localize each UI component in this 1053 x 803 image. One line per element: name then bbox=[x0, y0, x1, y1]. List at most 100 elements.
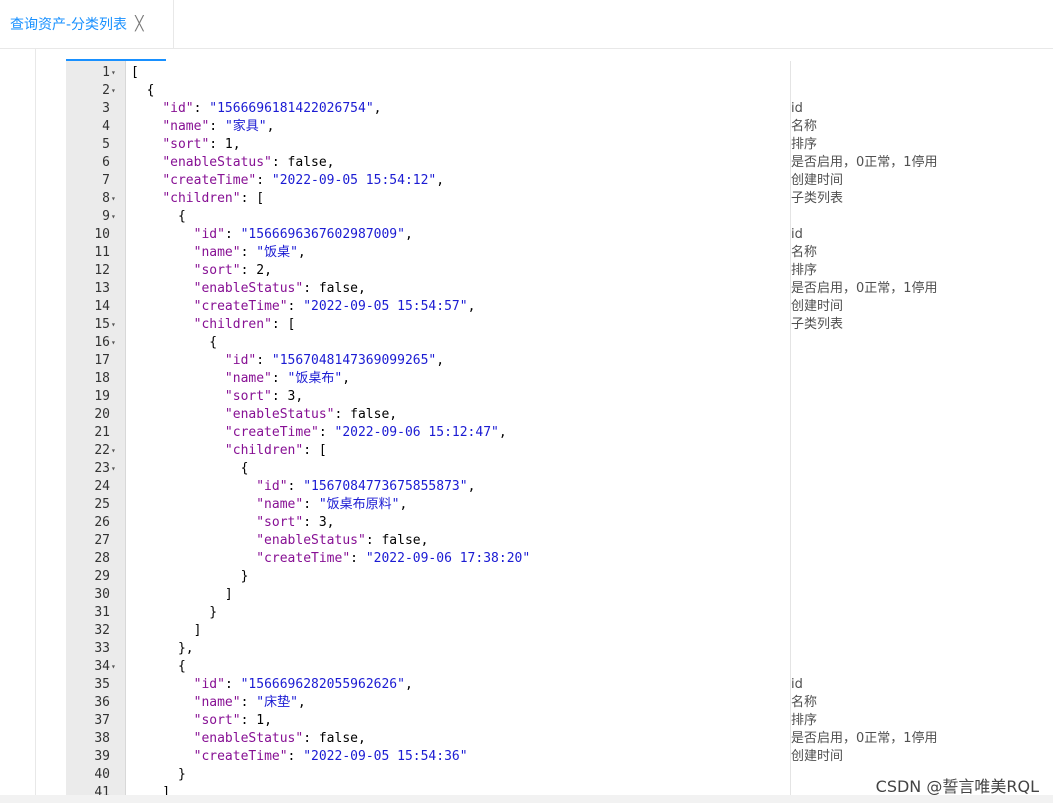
field-description: 排序 bbox=[791, 713, 818, 728]
code-line: 24 "id": "1567084773675855873", bbox=[66, 478, 1053, 496]
line-number: 8 bbox=[102, 191, 110, 206]
line-number: 34 bbox=[94, 659, 110, 674]
field-description: 名称 bbox=[791, 119, 818, 134]
line-number: 9 bbox=[102, 209, 110, 224]
field-description: 排序 bbox=[791, 263, 818, 278]
line-number: 33 bbox=[94, 641, 110, 656]
code-line: 13 "enableStatus": false, 是否启用，0正常，1停用 bbox=[66, 280, 1053, 298]
code-text: } bbox=[131, 569, 249, 584]
code-text: { bbox=[131, 209, 186, 224]
code-text: ] bbox=[131, 623, 202, 638]
code-line: 17 "id": "1567048147369099265", bbox=[66, 352, 1053, 370]
line-number: 28 bbox=[94, 551, 110, 566]
line-number: 35 bbox=[94, 677, 110, 692]
code-text: "enableStatus": false, bbox=[224, 407, 398, 422]
code-line: 33 }, bbox=[66, 640, 1053, 658]
code-line: 22 ▾ "children": [ bbox=[66, 442, 1053, 460]
fold-arrow-icon[interactable]: ▾ bbox=[111, 658, 121, 676]
line-number: 5 bbox=[102, 137, 110, 152]
code-line: 29 } bbox=[66, 568, 1053, 586]
code-text: "sort": 3, bbox=[256, 515, 335, 530]
code-text: "createTime": "2022-09-05 15:54:57", bbox=[193, 299, 476, 314]
code-text: "id": "1566696282055962626", bbox=[193, 677, 413, 692]
code-text: "sort": 1, bbox=[193, 713, 272, 728]
code-text: { bbox=[131, 659, 186, 674]
code-line: 14 "createTime": "2022-09-05 15:54:57", 创… bbox=[66, 298, 1053, 316]
line-number: 29 bbox=[94, 569, 110, 584]
code-line: 36 "name": "床垫", 名称 bbox=[66, 694, 1053, 712]
fold-arrow-icon[interactable]: ▾ bbox=[111, 334, 121, 352]
code-line: 26 "sort": 3, bbox=[66, 514, 1053, 532]
code-line: 3 "id": "1566696181422026754", id bbox=[66, 100, 1053, 118]
line-number: 36 bbox=[94, 695, 110, 710]
code-line: 10 "id": "1566696367602987009", id bbox=[66, 226, 1053, 244]
line-number: 14 bbox=[94, 299, 110, 314]
field-description: 创建时间 bbox=[791, 173, 844, 188]
field-description: 名称 bbox=[791, 245, 818, 260]
code-text: "sort": 1, bbox=[162, 137, 241, 152]
line-number: 26 bbox=[94, 515, 110, 530]
code-line: 11 "name": "饭桌", 名称 bbox=[66, 244, 1053, 262]
line-number: 11 bbox=[94, 245, 110, 260]
code-text: "createTime": "2022-09-05 15:54:12", bbox=[162, 173, 445, 188]
close-icon[interactable]: ╳ bbox=[135, 17, 143, 31]
line-number: 13 bbox=[94, 281, 110, 296]
code-line: 15 ▾ "children": [子类列表 bbox=[66, 316, 1053, 334]
code-text: "id": "1567084773675855873", bbox=[256, 479, 476, 494]
field-description: id bbox=[791, 101, 803, 116]
fold-arrow-icon[interactable]: ▾ bbox=[111, 442, 121, 460]
code-line: 39 "createTime": "2022-09-05 15:54:36" 创建… bbox=[66, 748, 1053, 766]
code-text: "name": "饭桌布原料", bbox=[256, 497, 408, 512]
tab-bar: 查询资产-分类列表 ╳ bbox=[0, 0, 1053, 49]
code-line: 4 "name": "家具", 名称 bbox=[66, 118, 1053, 136]
code-text: "name": "床垫", bbox=[193, 695, 306, 710]
field-description: 是否启用，0正常，1停用 bbox=[791, 155, 938, 170]
code-line: 21 "createTime": "2022-09-06 15:12:47", bbox=[66, 424, 1053, 442]
fold-arrow-icon[interactable]: ▾ bbox=[111, 190, 121, 208]
code-text: ] bbox=[131, 785, 171, 795]
fold-arrow-icon[interactable]: ▾ bbox=[111, 82, 121, 100]
code-text: "createTime": "2022-09-05 15:54:36" bbox=[193, 749, 468, 764]
code-line: 7 "createTime": "2022-09-05 15:54:12", 创建… bbox=[66, 172, 1053, 190]
code-text: "name": "饭桌布", bbox=[224, 371, 351, 386]
tab-asset-category-list[interactable]: 查询资产-分类列表 ╳ bbox=[0, 0, 174, 48]
code-line: 8 ▾ "children": [子类列表 bbox=[66, 190, 1053, 208]
code-text: "enableStatus": false, bbox=[193, 281, 366, 296]
code-line: 28 "createTime": "2022-09-06 17:38:20" bbox=[66, 550, 1053, 568]
code-text: "sort": 3, bbox=[224, 389, 304, 404]
tab-label: 查询资产-分类列表 bbox=[10, 17, 128, 33]
line-number: 4 bbox=[102, 119, 110, 134]
code-text: }, bbox=[131, 641, 194, 656]
field-description: 创建时间 bbox=[791, 299, 844, 314]
code-line: 34 ▾ { bbox=[66, 658, 1053, 676]
code-text: "id": "1567048147369099265", bbox=[224, 353, 445, 368]
code-line: 37 "sort": 1, 排序 bbox=[66, 712, 1053, 730]
line-number: 39 bbox=[94, 749, 110, 764]
fold-arrow-icon[interactable]: ▾ bbox=[111, 460, 121, 478]
code-lines: 1 ▾[2 ▾ {3 "id": "1566696181422026754", id 4… bbox=[66, 64, 1053, 795]
code-line: 35 "id": "1566696282055962626", id bbox=[66, 676, 1053, 694]
field-description: id bbox=[791, 677, 803, 692]
code-text: { bbox=[131, 335, 218, 350]
line-number: 21 bbox=[94, 425, 110, 440]
line-number: 7 bbox=[102, 173, 110, 188]
code-line: 25 "name": "饭桌布原料", bbox=[66, 496, 1053, 514]
code-text: "createTime": "2022-09-06 17:38:20" bbox=[256, 551, 531, 566]
code-line: 23 ▾ { bbox=[66, 460, 1053, 478]
fold-arrow-icon[interactable]: ▾ bbox=[111, 64, 121, 82]
code-line: 1 ▾ [ bbox=[66, 64, 1053, 82]
code-line: 20 "enableStatus": false, bbox=[66, 406, 1053, 424]
field-description: id bbox=[791, 227, 803, 242]
line-number: 22 bbox=[94, 443, 110, 458]
code-text: { bbox=[131, 83, 155, 98]
field-description: 子类列表 bbox=[791, 317, 844, 332]
fold-arrow-icon[interactable]: ▾ bbox=[111, 316, 121, 334]
code-line: 6 "enableStatus": false, 是否启用，0正常，1停用 bbox=[66, 154, 1053, 172]
code-text: "children": [ bbox=[224, 443, 327, 458]
line-number: 12 bbox=[94, 263, 110, 278]
code-line: 19 "sort": 3, bbox=[66, 388, 1053, 406]
line-number: 10 bbox=[94, 227, 110, 242]
fold-arrow-icon[interactable]: ▾ bbox=[111, 208, 121, 226]
line-number: 6 bbox=[102, 155, 110, 170]
json-code-editor[interactable]: 1 ▾[2 ▾ {3 "id": "1566696181422026754", id 4… bbox=[66, 59, 1053, 795]
